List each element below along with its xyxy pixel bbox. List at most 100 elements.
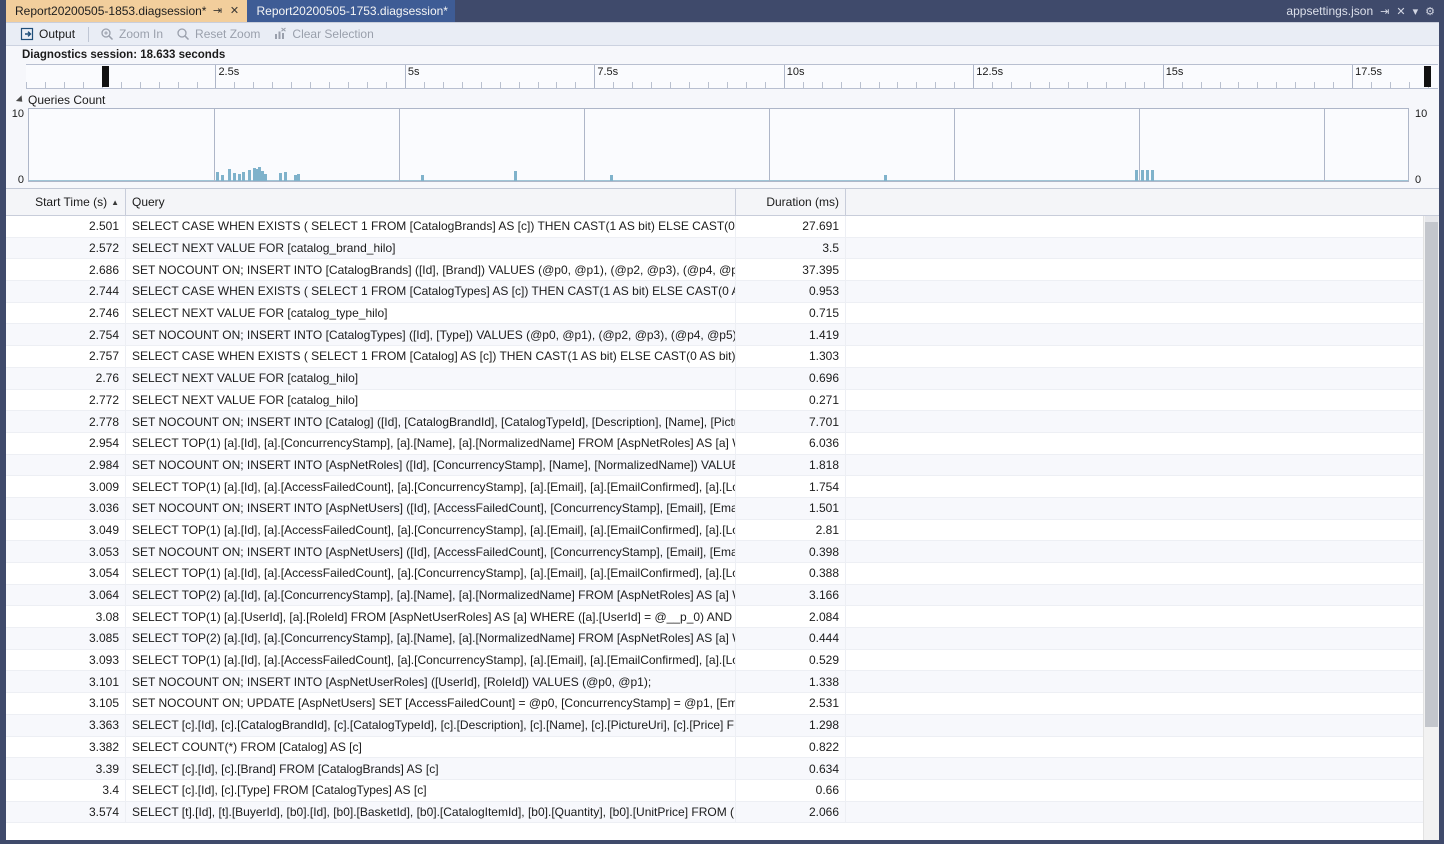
ruler-end-marker[interactable] [1424, 66, 1431, 87]
cell-query: SET NOCOUNT ON; INSERT INTO [CatalogType… [126, 324, 736, 345]
column-header-start-time[interactable]: Start Time (s) ▲ [6, 189, 126, 215]
cell-duration: 1.818 [736, 455, 846, 476]
tab-report-1853[interactable]: Report20200505-1853.diagsession* ⇥ ✕ [6, 0, 247, 22]
ruler-minor-tick [272, 82, 273, 88]
cell-filler [846, 671, 1439, 692]
table-row[interactable]: 3.574SELECT [t].[Id], [t].[BuyerId], [b0… [6, 802, 1439, 824]
queries-count-plot[interactable] [28, 108, 1409, 182]
cell-filler [846, 715, 1439, 736]
content-body: Output Zoom In [6, 22, 1439, 840]
tab-report-1753[interactable]: Report20200505-1753.diagsession* [247, 0, 454, 22]
table-row[interactable]: 2.76SELECT NEXT VALUE FOR [catalog_hilo]… [6, 368, 1439, 390]
cell-start: 3.39 [6, 758, 126, 779]
cell-filler [846, 390, 1439, 411]
table-row[interactable]: 2.746SELECT NEXT VALUE FOR [catalog_type… [6, 303, 1439, 325]
chevron-down-icon[interactable]: ▾ [1413, 5, 1419, 18]
table-row[interactable]: 3.054SELECT TOP(1) [a].[Id], [a].[Access… [6, 563, 1439, 585]
ruler-minor-tick [1068, 82, 1069, 88]
ruler-minor-tick [1220, 82, 1221, 88]
table-row[interactable]: 3.4SELECT [c].[Id], [c].[Type] FROM [Cat… [6, 780, 1439, 802]
y-axis-right-min: 0 [1415, 174, 1421, 186]
table-row[interactable]: 3.036SET NOCOUNT ON; INSERT INTO [AspNet… [6, 498, 1439, 520]
y-axis-right-max: 10 [1415, 108, 1427, 120]
cell-duration: 1.754 [736, 476, 846, 497]
table-row[interactable]: 2.754SET NOCOUNT ON; INSERT INTO [Catalo… [6, 324, 1439, 346]
column-header-duration[interactable]: Duration (ms) [736, 189, 846, 215]
cell-duration: 0.398 [736, 541, 846, 562]
tab-label: Report20200505-1853.diagsession* [15, 0, 206, 22]
reset-zoom-button[interactable]: Reset Zoom [172, 25, 269, 44]
cell-query: SET NOCOUNT ON; UPDATE [AspNetUsers] SET… [126, 693, 736, 714]
close-icon[interactable]: ✕ [228, 6, 240, 17]
cell-duration: 0.271 [736, 390, 846, 411]
ruler-tick-label: 7.5s [594, 66, 618, 78]
clear-selection-button[interactable]: Clear Selection [269, 25, 382, 44]
table-row[interactable]: 3.009SELECT TOP(1) [a].[Id], [a].[Access… [6, 476, 1439, 498]
reset-zoom-label: Reset Zoom [195, 27, 260, 41]
cell-start: 2.778 [6, 411, 126, 432]
table-row[interactable]: 3.08SELECT TOP(1) [a].[UserId], [a].[Rol… [6, 606, 1439, 628]
table-row[interactable]: 2.984SET NOCOUNT ON; INSERT INTO [AspNet… [6, 455, 1439, 477]
cell-duration: 1.298 [736, 715, 846, 736]
chart-bar [610, 175, 613, 181]
table-row[interactable]: 2.954SELECT TOP(1) [a].[Id], [a].[Concur… [6, 433, 1439, 455]
gear-icon[interactable]: ⚙ [1425, 5, 1435, 18]
triangle-collapse-icon[interactable] [16, 95, 25, 104]
cell-duration: 0.66 [736, 780, 846, 801]
cell-query: SELECT [c].[Id], [c].[Type] FROM [Catalo… [126, 780, 736, 801]
output-button[interactable]: Output [16, 25, 84, 44]
table-row[interactable]: 3.049SELECT TOP(1) [a].[Id], [a].[Access… [6, 520, 1439, 542]
table-row[interactable]: 2.772SELECT NEXT VALUE FOR [catalog_hilo… [6, 390, 1439, 412]
ruler-start-marker[interactable] [102, 66, 109, 87]
table-row[interactable]: 2.686SET NOCOUNT ON; INSERT INTO [Catalo… [6, 259, 1439, 281]
session-duration-label: Diagnostics session: 18.633 seconds [6, 46, 1439, 64]
cell-start: 3.036 [6, 498, 126, 519]
cell-duration: 1.338 [736, 671, 846, 692]
table-row[interactable]: 3.105SET NOCOUNT ON; UPDATE [AspNetUsers… [6, 693, 1439, 715]
table-row[interactable]: 3.093SELECT TOP(1) [a].[Id], [a].[Access… [6, 650, 1439, 672]
timeline-ruler[interactable]: 2.5s5s7.5s10s12.5s15s17.5s [26, 64, 1438, 89]
table-row[interactable]: 2.757SELECT CASE WHEN EXISTS ( SELECT 1 … [6, 346, 1439, 368]
cell-query: SET NOCOUNT ON; INSERT INTO [AspNetUserR… [126, 671, 736, 692]
column-header-query[interactable]: Query [126, 189, 736, 215]
zoom-in-button[interactable]: Zoom In [96, 25, 172, 44]
table-row[interactable]: 2.501SELECT CASE WHEN EXISTS ( SELECT 1 … [6, 216, 1439, 238]
table-row[interactable]: 2.744SELECT CASE WHEN EXISTS ( SELECT 1 … [6, 281, 1439, 303]
pin-icon[interactable]: ⇥ [211, 6, 223, 17]
plot-gridline [214, 109, 215, 181]
table-body: 2.501SELECT CASE WHEN EXISTS ( SELECT 1 … [6, 216, 1439, 840]
timeline-ruler-wrap: 2.5s5s7.5s10s12.5s15s17.5s [6, 64, 1439, 89]
table-row[interactable]: 3.382SELECT COUNT(*) FROM [Catalog] AS [… [6, 737, 1439, 759]
column-header-filler [846, 189, 1439, 215]
document-name-appsettings[interactable]: appsettings.json [1286, 4, 1373, 18]
plot-baseline [29, 180, 1408, 181]
cell-start: 3.054 [6, 563, 126, 584]
queries-count-header[interactable]: Queries Count [6, 92, 1439, 108]
close-icon[interactable]: ✕ [1396, 5, 1405, 18]
cell-filler [846, 498, 1439, 519]
cell-filler [846, 780, 1439, 801]
column-header-start-time-label: Start Time (s) [35, 195, 107, 209]
cell-query: SELECT TOP(1) [a].[Id], [a].[AccessFaile… [126, 650, 736, 671]
output-label: Output [39, 27, 75, 41]
ruler-minor-tick [1257, 82, 1258, 88]
table-row[interactable]: 3.39SELECT [c].[Id], [c].[Brand] FROM [C… [6, 758, 1439, 780]
scrollbar-thumb[interactable] [1425, 222, 1438, 727]
table-row[interactable]: 3.053SET NOCOUNT ON; INSERT INTO [AspNet… [6, 541, 1439, 563]
pin-icon[interactable]: ⇥ [1380, 5, 1389, 18]
chart-bar [242, 172, 245, 181]
cell-duration: 2.066 [736, 802, 846, 823]
cell-start: 3.08 [6, 606, 126, 627]
ruler-minor-tick [1390, 82, 1391, 88]
cell-filler [846, 628, 1439, 649]
chart-bar [221, 175, 224, 181]
cell-filler [846, 455, 1439, 476]
chart-bar [1151, 170, 1154, 181]
table-row[interactable]: 3.363SELECT [c].[Id], [c].[CatalogBrandI… [6, 715, 1439, 737]
table-row[interactable]: 2.572SELECT NEXT VALUE FOR [catalog_bran… [6, 238, 1439, 260]
table-row[interactable]: 2.778SET NOCOUNT ON; INSERT INTO [Catalo… [6, 411, 1439, 433]
table-row[interactable]: 3.064SELECT TOP(2) [a].[Id], [a].[Concur… [6, 585, 1439, 607]
table-row[interactable]: 3.085SELECT TOP(2) [a].[Id], [a].[Concur… [6, 628, 1439, 650]
table-row[interactable]: 3.101SET NOCOUNT ON; INSERT INTO [AspNet… [6, 671, 1439, 693]
vertical-scrollbar[interactable] [1423, 216, 1439, 840]
